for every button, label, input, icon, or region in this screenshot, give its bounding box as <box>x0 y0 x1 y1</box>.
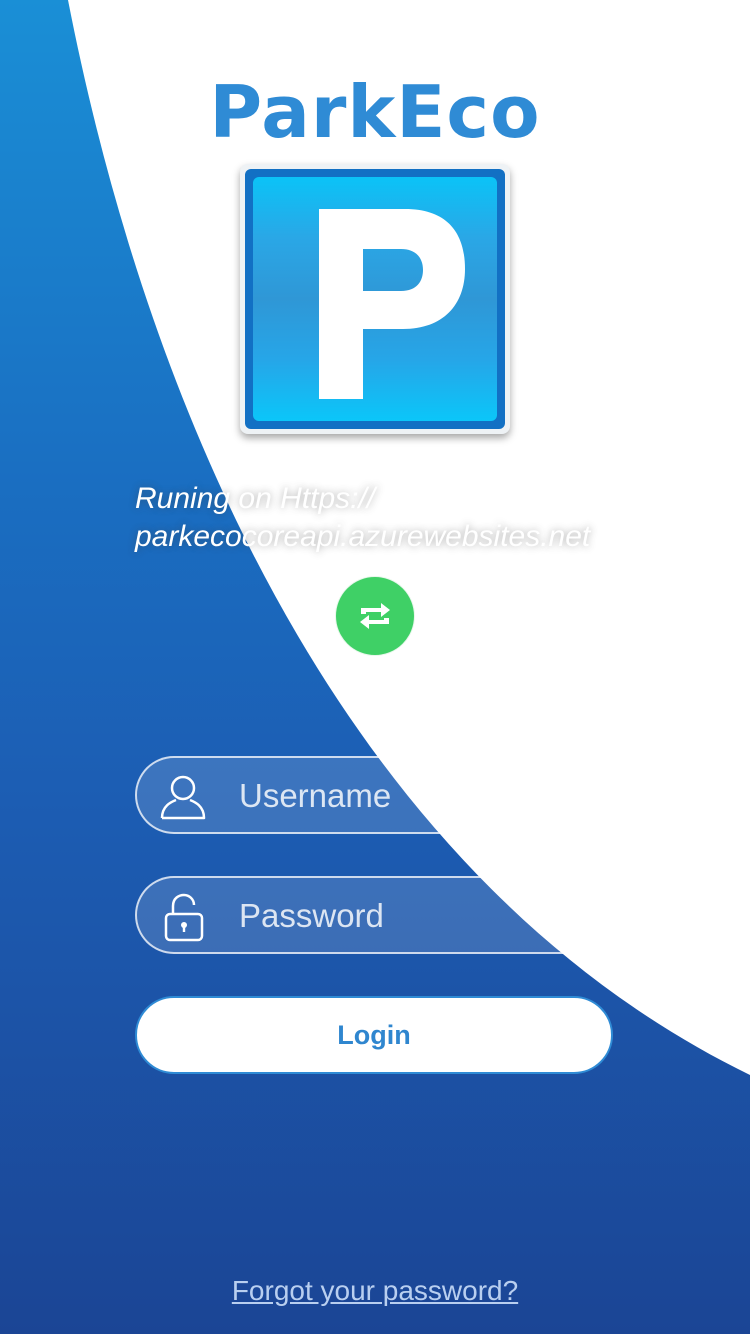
user-icon <box>160 775 206 820</box>
refresh-server-button[interactable] <box>335 576 415 656</box>
server-status-line2: parkecocoreapi.azurewebsites.net <box>135 520 591 553</box>
server-status-text: Runing on Https:// parkecocoreapi.azurew… <box>135 480 635 556</box>
lock-icon <box>164 893 204 942</box>
password-input[interactable] <box>237 878 581 954</box>
password-field[interactable] <box>135 876 613 954</box>
username-field[interactable] <box>135 756 613 834</box>
forgot-password-link[interactable]: Forgot your password? <box>0 1275 750 1307</box>
app-title: ParkEco <box>209 70 541 154</box>
refresh-icon <box>360 603 390 629</box>
parking-p-icon <box>319 209 465 399</box>
username-input[interactable] <box>237 758 581 834</box>
parking-logo <box>240 164 510 434</box>
server-status-line1: Runing on Https:// <box>135 482 376 515</box>
login-button[interactable]: Login <box>135 996 613 1074</box>
